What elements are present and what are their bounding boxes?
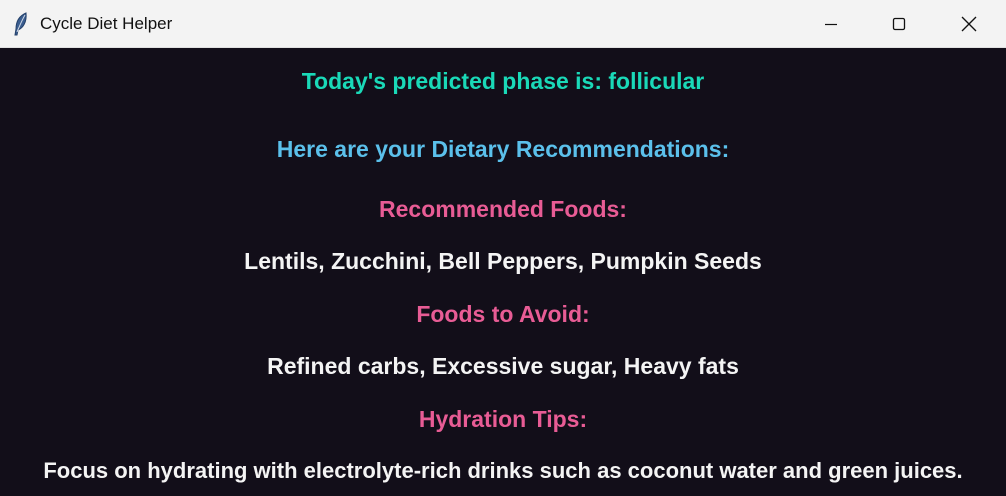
hydration-tips-value: Focus on hydrating with electrolyte-rich…	[43, 458, 963, 483]
title-bar[interactable]: Cycle Diet Helper	[0, 0, 1006, 48]
recommended-foods-value: Lentils, Zucchini, Bell Peppers, Pumpkin…	[244, 248, 762, 274]
content-area: Today's predicted phase is: follicular H…	[0, 48, 1006, 496]
window-title: Cycle Diet Helper	[40, 14, 173, 33]
maximize-icon	[892, 17, 906, 31]
recommendations-heading: Here are your Dietary Recommendations:	[276, 136, 730, 162]
foods-to-avoid-value: Refined carbs, Excessive sugar, Heavy fa…	[267, 353, 739, 379]
minimize-button[interactable]	[796, 0, 866, 47]
close-button[interactable]	[934, 0, 1004, 47]
phase-label: Today's predicted phase is: follicular	[301, 68, 705, 94]
hydration-tips-title: Hydration Tips:	[418, 406, 588, 432]
close-icon	[961, 16, 977, 32]
minimize-icon	[824, 17, 838, 31]
maximize-button[interactable]	[864, 0, 934, 47]
app-window: Cycle Diet Helper Today's predicted phas…	[0, 0, 1006, 496]
feather-icon	[11, 12, 31, 36]
foods-to-avoid-title: Foods to Avoid:	[416, 301, 590, 327]
recommended-foods-title: Recommended Foods:	[379, 196, 627, 222]
